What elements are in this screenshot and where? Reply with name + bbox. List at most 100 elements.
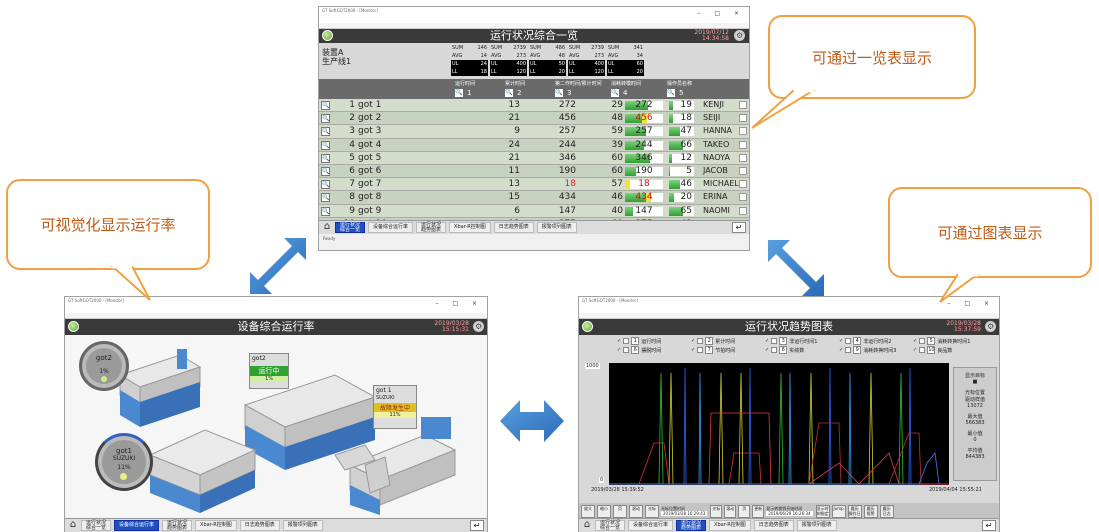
check-icon[interactable]: ✓ [691,338,695,344]
chart-control-button[interactable]: 缩小 [597,504,611,518]
search-icon[interactable]: 🔍 [611,89,619,97]
footer-tab[interactable]: 设备综合运行率 [628,520,674,531]
footer-tab[interactable]: Xbar-R控制图 [449,222,491,233]
column-sort[interactable]: 🔍 3 [555,89,571,97]
settings-gear-icon[interactable]: ⚙ [473,321,484,332]
legend-item[interactable]: ✓ 9 消耗转换时间3 [839,346,896,354]
search-icon[interactable]: 🔍 [321,140,330,150]
home-icon[interactable]: ⌂ [579,519,595,532]
table-row[interactable]: 🔍 3 got 3 9 257 59 257 47 HANNA [319,125,749,139]
legend-item[interactable]: ✓ 6 摆脱时间 [617,346,661,354]
check-icon[interactable]: ✓ [839,338,843,344]
search-icon[interactable]: 🔍 [321,153,330,163]
chart-control-button[interactable]: 更新 [752,504,765,518]
chart-control-button[interactable]: 光标 [710,504,723,518]
column-sort[interactable]: 🔍 4 [611,89,627,97]
chart-control-button[interactable]: 履历 日志 [879,504,894,518]
row-edit-button[interactable] [739,140,747,149]
table-row[interactable]: 🔍 8 got 8 15 434 46 434 20 ERINA [319,191,749,205]
row-edit-button[interactable] [739,101,747,109]
footer-tab[interactable]: 运行状况 趋势图表 [676,520,707,531]
settings-gear-icon[interactable]: ⚙ [734,30,745,41]
chart-control-button[interactable]: 放大 [581,504,595,518]
search-icon[interactable]: 🔍 [667,89,675,97]
column-sort[interactable]: 🔍 1 [455,89,471,97]
chart-control-button[interactable]: 履历 操作日志 [847,504,862,521]
table-row[interactable]: 🔍 7 got 7 13 18 57 18 46 MICHAEL [319,178,749,192]
check-icon[interactable]: ✓ [765,338,769,344]
footer-tab[interactable]: 运行状况 综合一览 [335,222,366,233]
table-row[interactable]: 🔍 5 got 5 21 346 60 346 12 NAOYA [319,151,749,165]
chart-control-button[interactable]: 页 [613,504,627,518]
chart-control-button[interactable]: 履历 报警 [863,504,878,518]
check-icon[interactable]: ✓ [617,347,621,353]
footer-tab[interactable]: 报警项列图表 [796,520,837,531]
footer-tab[interactable]: 报警项列图表 [282,520,323,531]
legend-item[interactable]: ✓ 2 累计时间 [691,337,735,345]
footer-tab[interactable]: 报警项列图表 [536,222,577,233]
search-icon[interactable]: 🔍 [321,206,330,216]
footer-tab[interactable]: 日志趋势图表 [753,520,794,531]
check-icon[interactable]: ✓ [913,338,917,344]
settings-gear-icon[interactable]: ⚙ [985,321,996,332]
footer-tab[interactable]: Xbar-R控制图 [709,520,751,531]
legend-item[interactable]: ✓ 10 良品数 [913,346,952,354]
legend-item[interactable]: ✓ 5 消耗转换时间1 [913,337,970,345]
search-icon[interactable] [771,338,778,344]
home-icon[interactable]: ⌂ [65,519,81,532]
window-controls[interactable]: – □ × [435,300,483,307]
row-edit-button[interactable] [739,193,747,202]
row-edit-button[interactable] [739,167,747,175]
search-icon[interactable]: 🔍 [321,127,330,137]
search-icon[interactable] [845,338,852,344]
search-icon[interactable]: 🔍 [321,167,330,176]
search-icon[interactable]: 🔍 [321,114,330,124]
table-row[interactable]: 🔍 6 got 6 11 190 60 190 5 JACOB [319,165,749,179]
footer-tab[interactable]: 设备综合运行率 [114,520,160,531]
search-icon[interactable] [697,347,704,353]
table-row[interactable]: 🔍 1 got 1 13 272 29 272 19 KENJI [319,99,749,113]
check-icon[interactable]: ✓ [617,338,621,344]
machine-tag-got2[interactable]: got2 运行中 1% [249,353,289,389]
search-icon[interactable]: 🔍 [555,89,563,97]
return-icon[interactable]: ↵ [982,520,996,531]
footer-tab[interactable]: 运行状况 综合一览 [595,520,626,531]
chart-control-button[interactable]: 显示时刻指定 [815,504,830,518]
search-icon[interactable]: 🔍 [455,89,463,97]
row-edit-button[interactable] [739,114,747,123]
machine-tag-got1[interactable]: got 1 SUZUKI 故障发生中 11% [373,385,417,429]
footer-tab[interactable]: 日志趋势图表 [493,222,534,233]
chart-control-button[interactable]: 滚动 [629,504,643,518]
footer-tab[interactable]: 运行状况 趋势图表 [162,520,193,531]
search-icon[interactable] [845,347,852,353]
chart-control-button[interactable]: 滚动 [724,504,737,518]
table-row[interactable]: 🔍 4 got 4 24 244 39 244 66 TAKEO [319,138,749,152]
check-icon[interactable]: ✓ [691,347,695,353]
legend-item[interactable]: ✓ 1 运行时间 [617,337,661,345]
legend-item[interactable]: ✓ 4 非运行时间2 [839,337,891,345]
search-icon[interactable]: 🔍 [321,193,330,203]
legend-item[interactable]: ✓ 8 实绩数 [765,346,804,354]
check-icon[interactable]: ✓ [839,347,843,353]
table-row[interactable]: 🔍 2 got 2 21 456 48 456 18 SEIJI [319,112,749,126]
search-icon[interactable]: 🔍 [321,101,330,110]
row-edit-button[interactable] [739,153,747,162]
row-edit-button[interactable] [739,180,747,189]
footer-tab[interactable]: 日志趋势图表 [239,520,280,531]
chart-control-button[interactable]: Jump [831,504,846,518]
chart-control-button[interactable]: 页 [738,504,751,518]
footer-tab[interactable]: 运行状况 综合一览 [81,520,112,531]
check-icon[interactable]: ✓ [765,347,769,353]
search-icon[interactable] [697,338,704,344]
home-icon[interactable]: ⌂ [319,221,335,234]
legend-item[interactable]: ✓ 3 非运行时间1 [765,337,817,345]
search-icon[interactable] [623,347,630,353]
window-controls[interactable]: – □ × [697,10,745,17]
row-edit-button[interactable] [739,127,747,136]
row-edit-button[interactable] [739,206,747,215]
search-icon[interactable] [919,347,926,353]
check-icon[interactable]: ✓ [913,347,917,353]
chart-control-button[interactable]: 光标 [645,504,659,518]
search-icon[interactable]: 🔍 [505,89,513,97]
search-icon[interactable] [771,347,778,353]
